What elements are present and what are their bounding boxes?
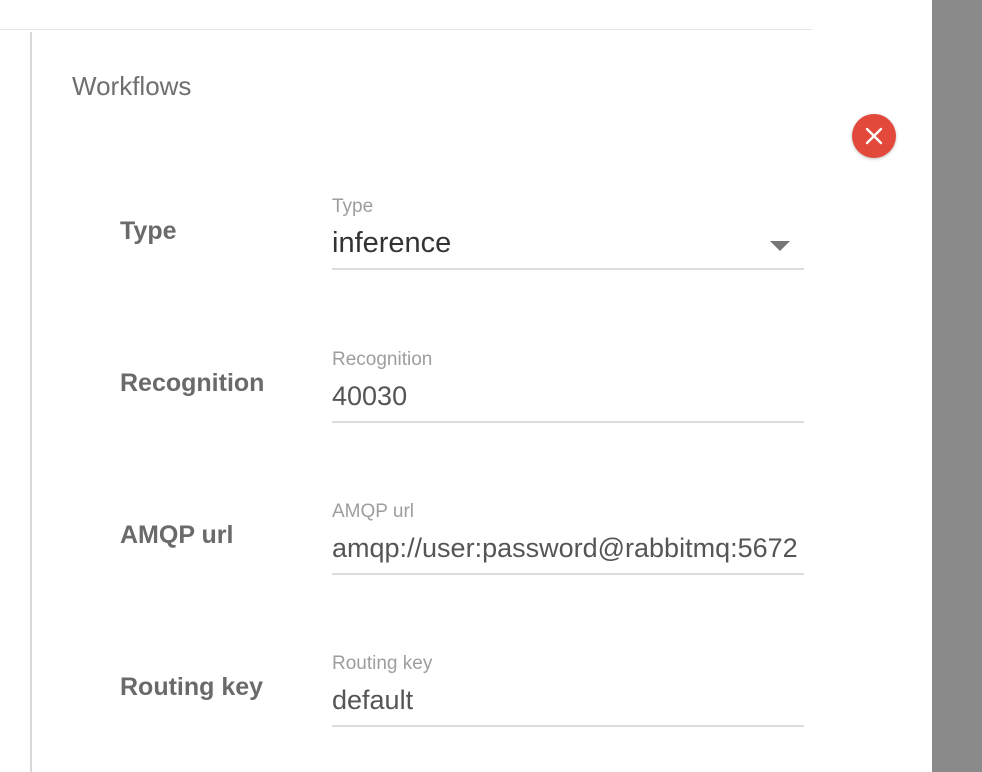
amqp-url-row-label: AMQP url [120, 521, 234, 549]
remove-workflow-button[interactable] [852, 114, 896, 158]
recognition-row-label: Recognition [120, 369, 265, 397]
routing-key-input[interactable]: default [332, 683, 804, 717]
recognition-input[interactable]: 40030 [332, 379, 804, 413]
section-left-rule [30, 32, 32, 772]
section-title: Workflows [72, 71, 192, 101]
workflow-config-page: Workflows Type Type inference Recognitio… [0, 0, 982, 772]
routing-key-float-label: Routing key [332, 653, 433, 674]
type-row-label: Type [120, 217, 177, 245]
recognition-field[interactable]: Recognition 40030 [332, 349, 804, 437]
amqp-url-field[interactable]: AMQP url amqp://user:password@rabbitmq:5… [332, 501, 804, 589]
dropdown-arrow-icon[interactable] [770, 241, 790, 251]
close-icon [865, 127, 883, 145]
routing-key-field[interactable]: Routing key default [332, 653, 804, 741]
amqp-url-underline [332, 573, 804, 575]
overlay-backdrop[interactable] [932, 0, 982, 772]
type-selected-value: inference [332, 227, 452, 259]
type-float-label: Type [332, 196, 374, 217]
routing-key-row-label: Routing key [120, 673, 264, 701]
amqp-url-float-label: AMQP url [332, 501, 415, 522]
routing-key-underline [332, 725, 804, 727]
top-divider [0, 29, 812, 30]
type-select[interactable]: Type inference [332, 196, 804, 284]
type-underline [332, 268, 804, 270]
recognition-underline [332, 421, 804, 423]
amqp-url-input[interactable]: amqp://user:password@rabbitmq:5672 [332, 531, 804, 565]
recognition-float-label: Recognition [332, 349, 433, 370]
